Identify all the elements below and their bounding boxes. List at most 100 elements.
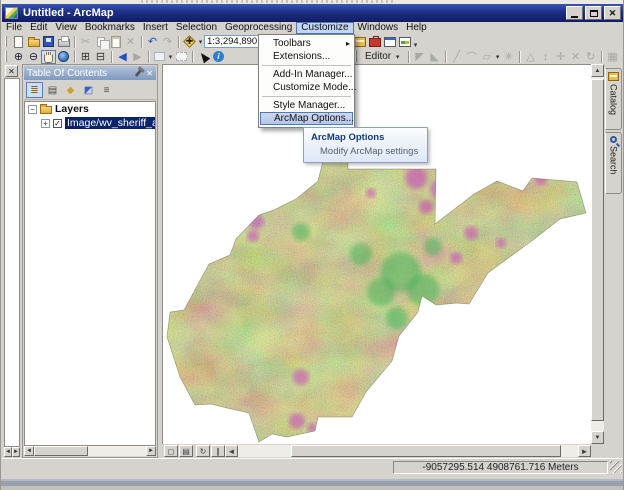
menu-item-extensions[interactable]: Extensions... [259,50,354,63]
menu-edit[interactable]: Edit [26,22,51,34]
arctoolbox-button[interactable] [367,35,382,49]
list-by-selection-button[interactable]: ◩ [80,82,97,98]
layer-name-selected[interactable]: Image/wv_sheriff_associatio [65,117,155,129]
map-vscroll-thumb[interactable] [591,79,604,421]
rotate-tool-button[interactable]: ↻ [583,50,598,64]
edit-tool-button[interactable]: ◤ [412,50,427,64]
list-by-drawing-order-button[interactable]: ≣ [26,82,43,98]
select-elements-button[interactable] [196,50,211,64]
toc-scroll-right-button[interactable]: ► [146,446,156,456]
list-by-source-button[interactable]: ▤ [44,82,61,98]
tab-catalog[interactable]: Catalog [605,68,622,130]
layout-view-button[interactable]: ▤ [179,445,193,457]
attributes-button[interactable]: ▦ [605,50,620,64]
toolbar-grip[interactable] [355,51,358,62]
map-scale-input[interactable] [204,35,266,48]
copy-button[interactable] [93,35,110,52]
scroll-left-button[interactable]: ◄ [4,447,12,457]
map-scroll-left-button[interactable]: ◄ [225,445,238,457]
toolbar-grip[interactable] [5,51,8,62]
menu-view[interactable]: View [51,22,81,34]
save-button[interactable] [41,35,56,49]
edit-annotation-button[interactable]: ◣ [427,50,442,64]
map-canvas[interactable] [163,65,590,443]
clear-selection-button[interactable] [174,50,189,64]
toc-title-bar[interactable]: Table Of Contents ✕ [24,66,156,80]
layer-visibility-checkbox[interactable]: ✓ [53,118,62,128]
toc-horizontal-scrollbar[interactable]: ◄ ► [24,446,156,456]
select-features-dropdown-arrow[interactable]: ▾ [167,53,174,61]
minimize-button[interactable] [566,6,583,20]
menu-geoprocessing[interactable]: Geoprocessing [221,22,296,34]
reshape-feature-button[interactable]: ↕ [538,50,553,64]
toolbar-grip[interactable] [5,36,8,47]
close-button[interactable]: ✕ [604,6,621,20]
layers-group-row[interactable]: − Layers [25,102,155,116]
expand-expander-icon[interactable]: + [41,118,50,128]
map-vertical-scrollbar[interactable]: ▲ ▼ [591,64,604,444]
add-data-button[interactable]: ✚ [182,35,197,49]
toc-options-button[interactable]: ≡ [98,82,115,98]
select-features-button[interactable] [152,50,167,64]
toc-scroll-left-button[interactable]: ◄ [24,446,34,456]
toc-scroll-thumb[interactable] [34,446,88,456]
sketch-properties-button[interactable]: ▧ [620,50,623,64]
tab-search[interactable]: Search [605,132,622,194]
new-document-button[interactable] [11,35,26,49]
back-extent-button[interactable]: ◀ [115,50,130,64]
open-button[interactable] [26,35,41,49]
refresh-view-button[interactable]: ↻ [196,445,210,457]
layer-row[interactable]: + ✓ Image/wv_sheriff_associatio [25,116,155,130]
forward-extent-button[interactable]: ▶ [130,50,145,64]
cut-button[interactable]: ✂ [78,35,93,49]
map-scroll-down-button[interactable]: ▼ [591,431,604,444]
identify-button[interactable]: i [211,50,226,64]
menu-file[interactable]: File [2,22,26,34]
modelbuilder-button[interactable] [397,35,412,49]
print-button[interactable] [56,35,71,49]
delete-button[interactable]: ✕ [123,35,138,49]
straight-segment-button[interactable]: ╱ [449,50,464,64]
menu-customize[interactable]: Customize [296,22,354,34]
map-scroll-right-button[interactable]: ► [578,445,591,457]
map-scroll-up-button[interactable]: ▲ [591,64,604,77]
menu-item-arcmap-options[interactable]: ArcMap Options... [260,112,354,125]
menu-item-toolbars[interactable]: Toolbars ▸ [259,37,354,50]
menu-insert[interactable]: Insert [139,22,172,34]
full-extent-button[interactable] [56,50,71,64]
fixed-zoom-in-button[interactable]: ⊞ [78,50,93,64]
trace-tool-button[interactable]: ▱ [479,50,494,64]
editor-menu-button[interactable]: Editor ▾ [361,50,405,63]
list-by-visibility-button[interactable]: ◆ [62,82,79,98]
construction-dropdown-arrow[interactable]: ▾ [494,53,501,61]
endpoint-arc-button[interactable]: ⌒ [464,50,479,64]
paste-button[interactable] [108,35,123,49]
pause-drawing-button[interactable]: ∥ [211,445,225,457]
menu-item-addin-manager[interactable]: Add-In Manager... [259,68,354,81]
cut-polygons-button[interactable]: ✛ [553,50,568,64]
menu-bookmarks[interactable]: Bookmarks [81,22,139,34]
undo-button[interactable]: ↶ [145,35,160,49]
menu-item-customize-mode[interactable]: Customize Mode... [259,81,356,94]
menu-help[interactable]: Help [402,22,431,34]
edit-vertices-button[interactable]: △ [523,50,538,64]
maximize-button[interactable] [585,6,602,20]
toolbar-overflow-arrow[interactable]: ▾ [412,41,419,49]
menu-windows[interactable]: Windows [354,22,403,34]
map-horizontal-scrollbar[interactable] [238,445,578,457]
toc-close-button[interactable]: ✕ [146,69,153,78]
scroll-right-button[interactable]: ► [12,447,20,457]
redo-button[interactable]: ↷ [160,35,175,49]
fixed-zoom-out-button[interactable]: ⊟ [93,50,108,64]
split-tool-button[interactable]: ✕ [568,50,583,64]
menu-selection[interactable]: Selection [172,22,221,34]
map-hscroll-thumb[interactable] [291,445,561,457]
pin-icon[interactable] [135,68,143,78]
collapsed-panel-close-button[interactable]: ✕ [5,65,18,77]
zoom-in-button[interactable]: ⊕ [11,50,26,64]
map-view[interactable] [162,64,591,444]
collapse-expander-icon[interactable]: − [28,104,37,114]
zoom-out-button[interactable]: ⊖ [26,50,41,64]
python-window-button[interactable] [382,35,397,49]
menu-item-style-manager[interactable]: Style Manager... [259,99,354,112]
